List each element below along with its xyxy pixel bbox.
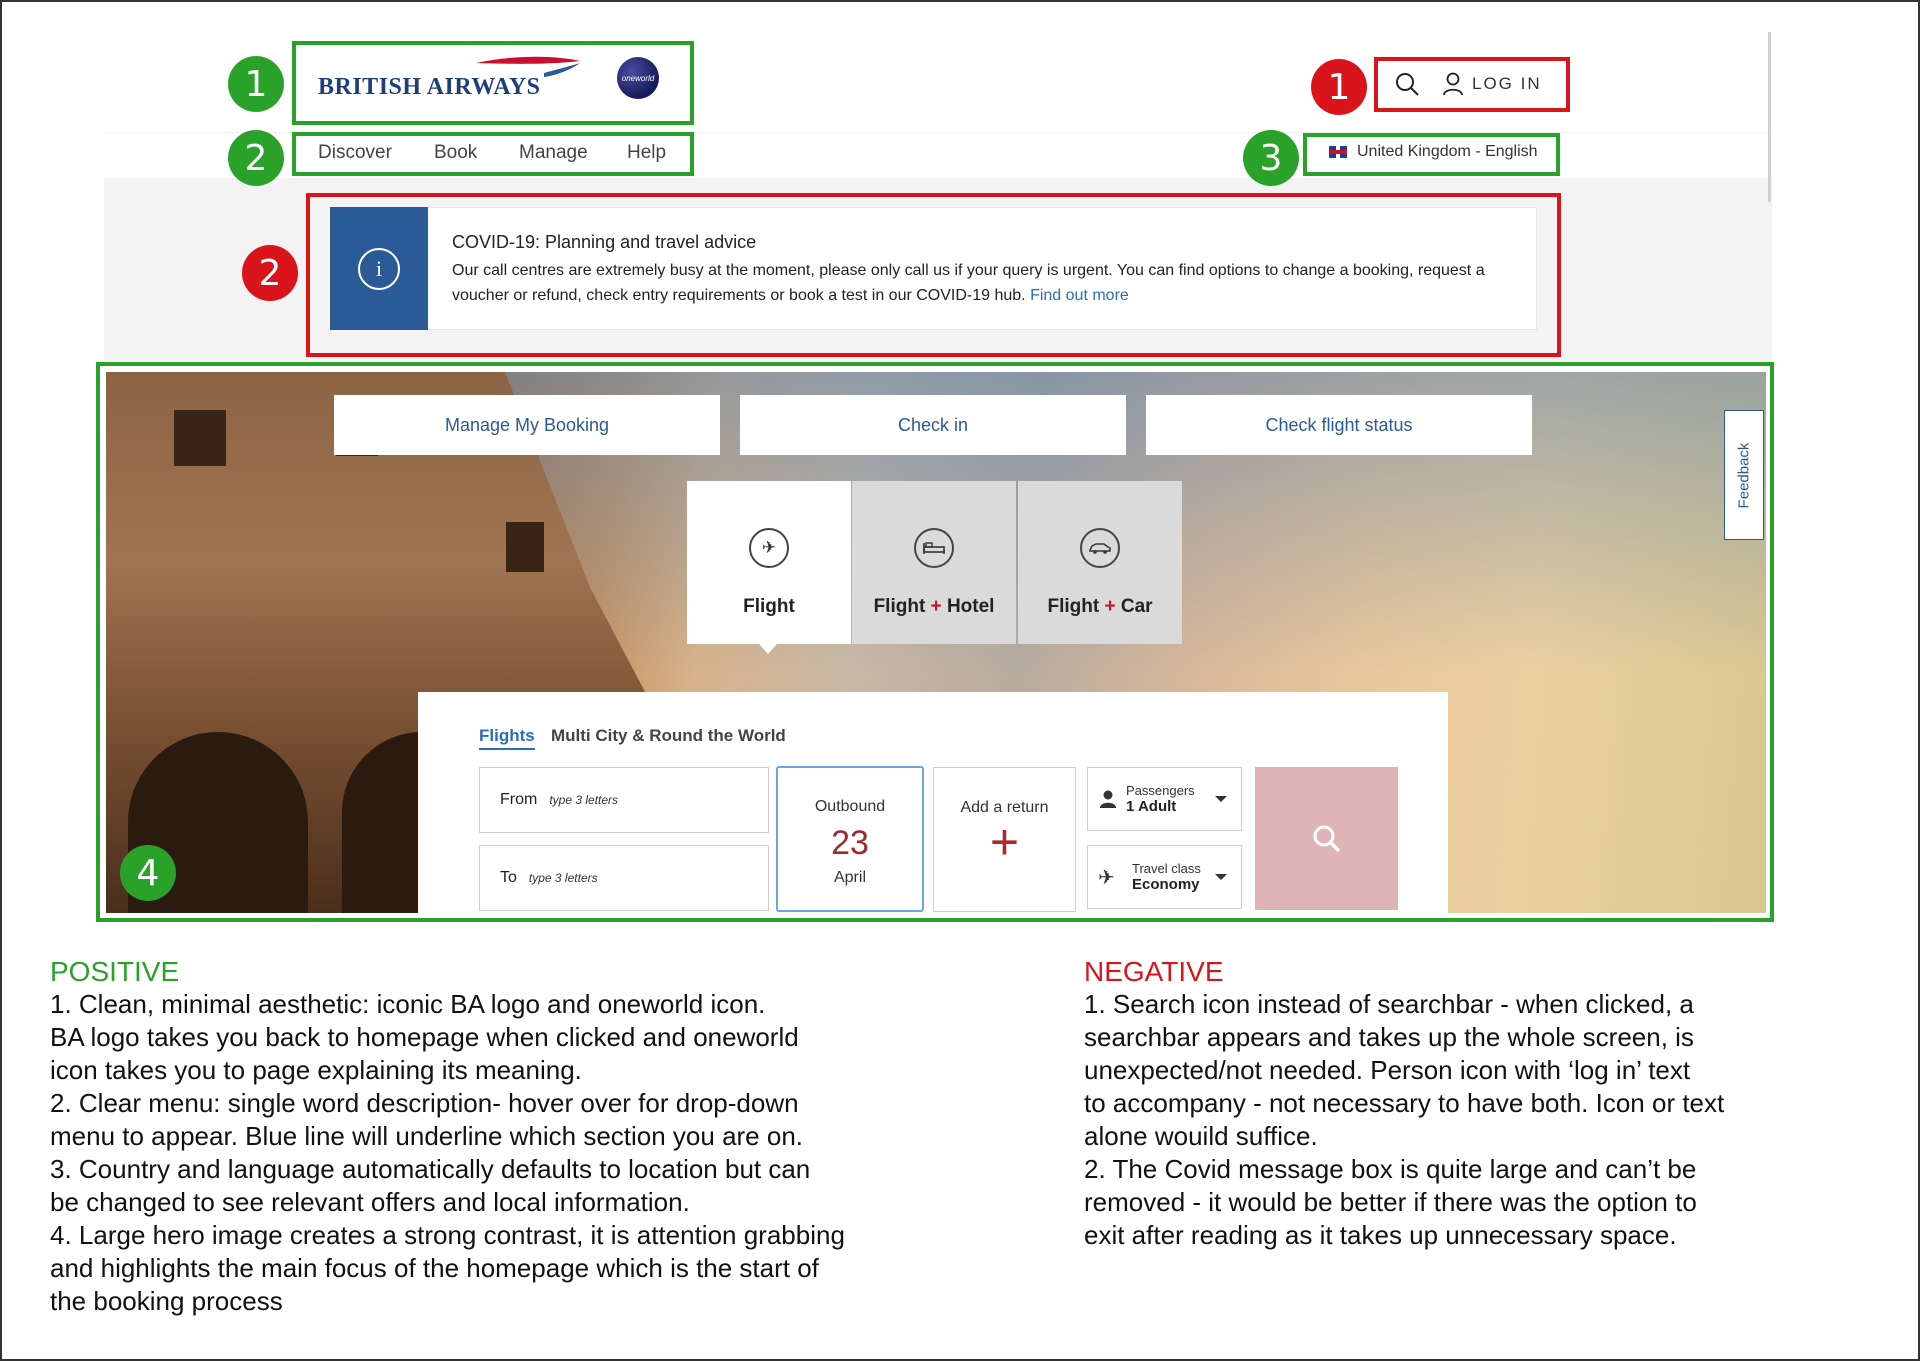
badge-positive-1: 1 — [228, 56, 284, 112]
badge-negative-1: 1 — [1311, 59, 1367, 115]
negative-heading: NEGATIVE — [1084, 956, 1224, 987]
annotation-frame-covid — [306, 193, 1561, 357]
badge-positive-3: 3 — [1243, 130, 1299, 186]
badge-negative-2: 2 — [242, 245, 298, 301]
negative-notes: 1. Search icon instead of searchbar - wh… — [1084, 989, 1725, 1250]
annotation-frame-locale — [1303, 133, 1560, 176]
annotation-frame-hero — [96, 362, 1774, 922]
badge-positive-2: 2 — [228, 130, 284, 186]
annotation-frame-nav — [292, 132, 694, 176]
positive-notes: 1. Clean, minimal aesthetic: iconic BA l… — [50, 989, 845, 1316]
annotation-frame-logo — [292, 41, 694, 125]
badge-positive-4: 4 — [120, 845, 176, 901]
annotation-frame-tools — [1374, 57, 1570, 112]
scrollbar[interactable] — [1768, 32, 1771, 202]
positive-heading: POSITIVE — [50, 956, 180, 987]
